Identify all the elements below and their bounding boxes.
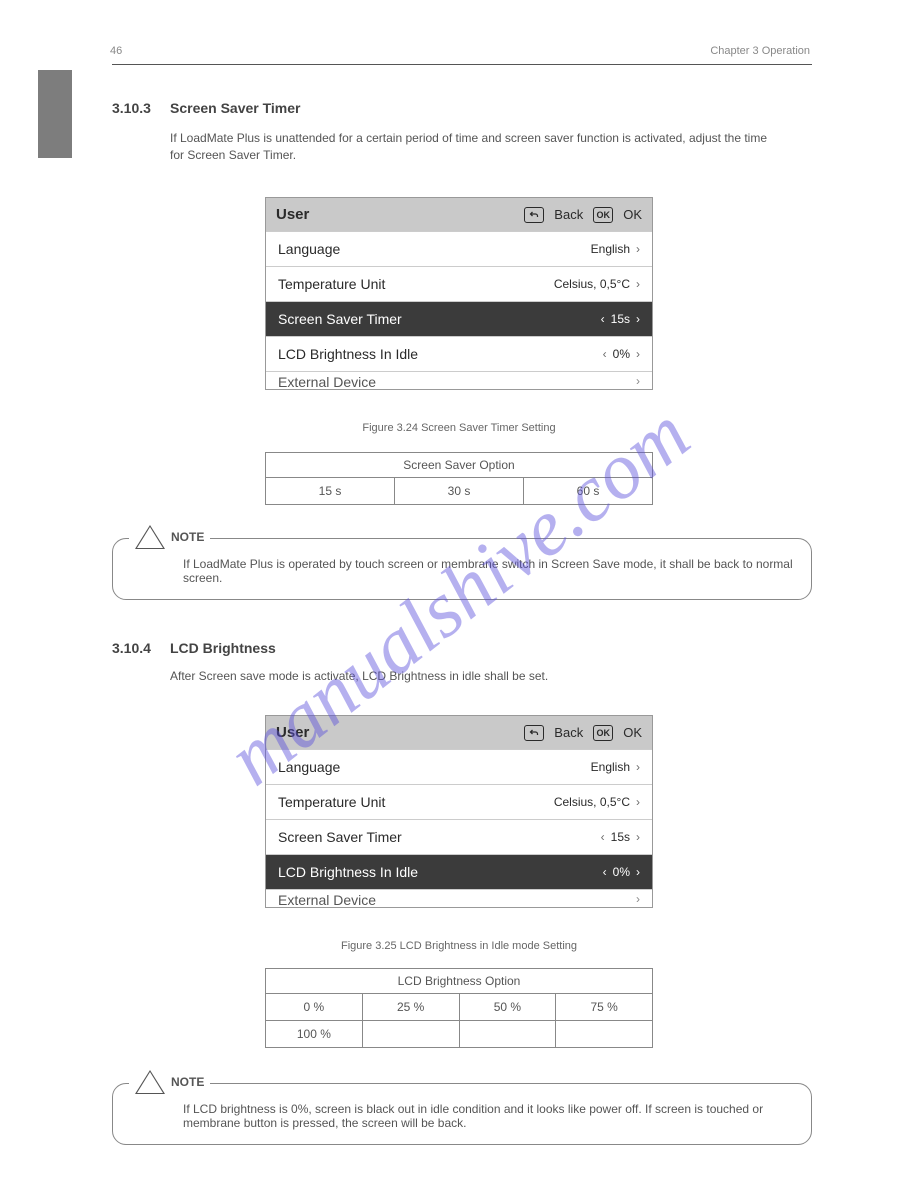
menu-item-language[interactable]: Language English› xyxy=(266,749,652,784)
section-title: LCD Brightness xyxy=(170,640,276,656)
option-cell: 60 s xyxy=(523,478,652,504)
menu-item-external-device[interactable]: External Device › xyxy=(266,371,652,389)
page-header: 46 Chapter 3 Operation xyxy=(110,45,810,57)
option-cell: 30 s xyxy=(394,478,523,504)
menu-title: User xyxy=(276,206,309,223)
note-text: If LCD brightness is 0%, screen is black… xyxy=(183,1102,763,1130)
option-cell: 25 % xyxy=(362,994,459,1020)
menu-item-value: ‹ 0% › xyxy=(603,347,640,361)
chevron-right-icon: › xyxy=(636,242,640,256)
chevron-right-icon: › xyxy=(636,277,640,291)
chevron-right-icon[interactable]: › xyxy=(636,865,640,879)
menu-item-label: LCD Brightness In Idle xyxy=(278,864,418,880)
option-cell: 15 s xyxy=(266,478,394,504)
ok-label: OK xyxy=(623,207,642,222)
chevron-right-icon: › xyxy=(636,892,640,906)
user-menu-screenshot-2: User Back OK OK Language English› Temper… xyxy=(265,715,653,908)
note-badge: NOTE xyxy=(129,1070,210,1094)
warning-icon xyxy=(135,1070,165,1094)
menu-item-label: External Device xyxy=(278,374,376,389)
menu-item-label: Screen Saver Timer xyxy=(278,311,402,327)
chevron-right-icon[interactable]: › xyxy=(636,830,640,844)
menu-actions: Back OK OK xyxy=(524,725,642,741)
option-cell: 50 % xyxy=(459,994,556,1020)
menu-item-label: Language xyxy=(278,241,340,257)
section-description: If LoadMate Plus is unattended for a cer… xyxy=(170,130,770,164)
warning-icon xyxy=(135,525,165,549)
user-menu-screenshot-1: User Back OK OK Language English› Temper… xyxy=(265,197,653,390)
section-number: 3.10.3 xyxy=(112,100,151,116)
menu-item-lcd-brightness[interactable]: LCD Brightness In Idle ‹ 0% › xyxy=(266,854,652,889)
menu-item-value: English› xyxy=(591,760,640,774)
chevron-right-icon: › xyxy=(636,374,640,388)
option-cell xyxy=(555,1020,652,1047)
ok-icon[interactable]: OK xyxy=(593,207,613,223)
menu-actions: Back OK OK xyxy=(524,207,642,223)
chevron-left-icon[interactable]: ‹ xyxy=(603,347,607,361)
section-number: 3.10.4 xyxy=(112,640,151,656)
chevron-right-icon: › xyxy=(636,795,640,809)
menu-item-value: English› xyxy=(591,242,640,256)
ok-label: OK xyxy=(623,725,642,740)
menu-item-value: ‹ 0% › xyxy=(603,865,640,879)
note-callout: NOTE If LCD brightness is 0%, screen is … xyxy=(112,1083,812,1145)
menu-item-value: ‹ 15s › xyxy=(601,312,640,326)
chevron-left-icon[interactable]: ‹ xyxy=(603,865,607,879)
note-label: NOTE xyxy=(171,530,204,544)
menu-item-temperature[interactable]: Temperature Unit Celsius, 0,5°C› xyxy=(266,266,652,301)
ok-icon[interactable]: OK xyxy=(593,725,613,741)
menu-header: User Back OK OK xyxy=(266,716,652,749)
back-icon[interactable] xyxy=(524,725,544,741)
chevron-left-icon[interactable]: ‹ xyxy=(601,312,605,326)
menu-item-lcd-brightness[interactable]: LCD Brightness In Idle ‹ 0% › xyxy=(266,336,652,371)
chevron-right-icon: › xyxy=(636,760,640,774)
note-text: If LoadMate Plus is operated by touch sc… xyxy=(183,557,793,585)
chevron-right-icon[interactable]: › xyxy=(636,312,640,326)
options-header: Screen Saver Option xyxy=(266,453,652,478)
option-cell xyxy=(459,1020,556,1047)
note-callout: NOTE If LoadMate Plus is operated by tou… xyxy=(112,538,812,600)
section-title: Screen Saver Timer xyxy=(170,100,301,116)
menu-item-value: ‹ 15s › xyxy=(601,830,640,844)
side-tab xyxy=(38,70,72,158)
menu-item-label: External Device xyxy=(278,892,376,907)
option-cell: 100 % xyxy=(266,1020,362,1047)
menu-item-label: Screen Saver Timer xyxy=(278,829,402,845)
page-number: 46 xyxy=(110,45,122,57)
options-table-lcd-brightness: LCD Brightness Option 0 % 25 % 50 % 75 %… xyxy=(265,968,653,1048)
chevron-left-icon[interactable]: ‹ xyxy=(601,830,605,844)
header-rule xyxy=(112,64,812,65)
menu-item-value: › xyxy=(636,374,640,388)
figure-caption: Figure 3.25 LCD Brightness in Idle mode … xyxy=(265,940,653,952)
menu-item-temperature[interactable]: Temperature Unit Celsius, 0,5°C› xyxy=(266,784,652,819)
menu-item-label: Temperature Unit xyxy=(278,276,385,292)
options-table-screen-saver: Screen Saver Option 15 s 30 s 60 s xyxy=(265,452,653,505)
option-cell: 75 % xyxy=(555,994,652,1020)
menu-item-screen-saver[interactable]: Screen Saver Timer ‹ 15s › xyxy=(266,819,652,854)
figure-caption: Figure 3.24 Screen Saver Timer Setting xyxy=(265,422,653,434)
menu-item-value: Celsius, 0,5°C› xyxy=(554,277,640,291)
options-header: LCD Brightness Option xyxy=(266,969,652,994)
menu-item-label: Language xyxy=(278,759,340,775)
menu-item-value: › xyxy=(636,892,640,906)
note-badge: NOTE xyxy=(129,525,210,549)
chapter-label: Chapter 3 Operation xyxy=(710,45,810,57)
back-label: Back xyxy=(554,725,583,740)
note-label: NOTE xyxy=(171,1075,204,1089)
menu-header: User Back OK OK xyxy=(266,198,652,231)
menu-title: User xyxy=(276,724,309,741)
menu-item-language[interactable]: Language English› xyxy=(266,231,652,266)
menu-item-label: Temperature Unit xyxy=(278,794,385,810)
chevron-right-icon[interactable]: › xyxy=(636,347,640,361)
option-cell: 0 % xyxy=(266,994,362,1020)
menu-item-external-device[interactable]: External Device › xyxy=(266,889,652,907)
back-label: Back xyxy=(554,207,583,222)
menu-item-screen-saver[interactable]: Screen Saver Timer ‹ 15s › xyxy=(266,301,652,336)
option-cell xyxy=(362,1020,459,1047)
menu-item-label: LCD Brightness In Idle xyxy=(278,346,418,362)
section-description: After Screen save mode is activate, LCD … xyxy=(170,668,770,685)
back-icon[interactable] xyxy=(524,207,544,223)
menu-item-value: Celsius, 0,5°C› xyxy=(554,795,640,809)
